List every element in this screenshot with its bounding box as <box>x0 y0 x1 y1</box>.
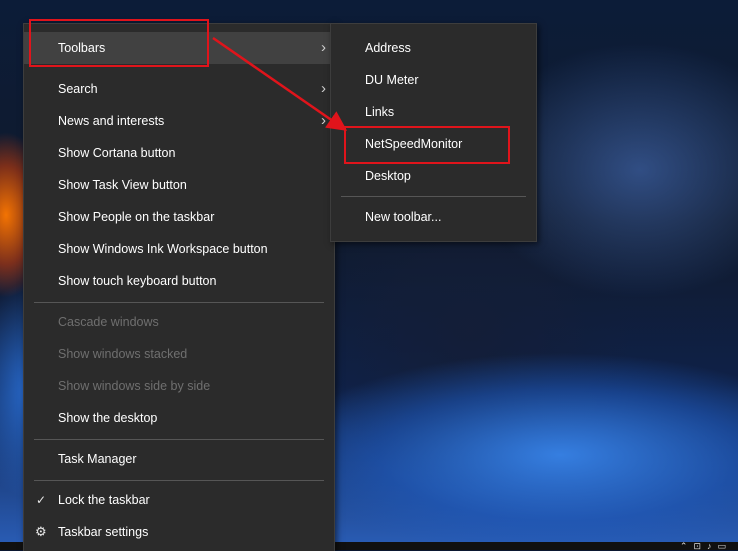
chevron-right-icon: › <box>321 112 326 129</box>
submenu-item-label: Address <box>365 41 411 55</box>
annotation-box-toolbars <box>29 19 209 67</box>
taskbar-context-menu: Toolbars › Search › News and interests ›… <box>23 23 335 551</box>
submenu-item-label: DU Meter <box>365 73 419 87</box>
menu-item-label: Show the desktop <box>58 411 158 425</box>
menu-item-label: Task Manager <box>58 452 137 466</box>
chevron-right-icon: › <box>321 39 326 56</box>
menu-item-show-task-view-button[interactable]: Show Task View button <box>24 169 334 201</box>
menu-item-show-windows-stacked: Show windows stacked <box>24 338 334 370</box>
submenu-item-du-meter[interactable]: DU Meter <box>331 64 536 96</box>
menu-item-show-touch-keyboard[interactable]: Show touch keyboard button <box>24 265 334 297</box>
menu-item-label: Show Task View button <box>58 178 187 192</box>
menu-item-task-manager[interactable]: Task Manager <box>24 443 334 475</box>
menu-item-label: Search <box>58 82 98 96</box>
submenu-item-label: Links <box>365 105 395 119</box>
menu-separator <box>34 439 324 440</box>
menu-item-label: Show windows stacked <box>58 347 188 361</box>
menu-item-show-windows-side-by-side: Show windows side by side <box>24 370 334 402</box>
menu-item-taskbar-settings[interactable]: ⚙ Taskbar settings <box>24 516 334 548</box>
menu-item-label: Taskbar settings <box>58 525 149 539</box>
menu-item-show-windows-ink[interactable]: Show Windows Ink Workspace button <box>24 233 334 265</box>
menu-item-search[interactable]: Search › <box>24 73 334 105</box>
submenu-item-label: Desktop <box>365 169 411 183</box>
menu-separator <box>34 480 324 481</box>
menu-item-show-cortana-button[interactable]: Show Cortana button <box>24 137 334 169</box>
menu-separator <box>341 196 526 197</box>
submenu-item-address[interactable]: Address <box>331 32 536 64</box>
submenu-item-links[interactable]: Links <box>331 96 536 128</box>
annotation-box-netspeedmonitor <box>344 126 510 164</box>
menu-item-label: Show Windows Ink Workspace button <box>58 242 268 256</box>
menu-item-label: Show touch keyboard button <box>58 274 217 288</box>
menu-item-label: Show People on the taskbar <box>58 210 215 224</box>
menu-item-show-people[interactable]: Show People on the taskbar <box>24 201 334 233</box>
menu-item-label: Lock the taskbar <box>58 493 150 507</box>
menu-item-cascade-windows: Cascade windows <box>24 306 334 338</box>
menu-separator <box>34 302 324 303</box>
menu-item-label: News and interests <box>58 114 165 128</box>
menu-item-lock-the-taskbar[interactable]: ✓ Lock the taskbar <box>24 484 334 516</box>
menu-item-label: Show Cortana button <box>58 146 176 160</box>
system-tray[interactable]: ⌃⊡♪▭ <box>680 542 732 550</box>
submenu-item-label: New toolbar... <box>365 210 442 224</box>
menu-item-show-the-desktop[interactable]: Show the desktop <box>24 402 334 434</box>
menu-item-label: Show windows side by side <box>58 379 211 393</box>
submenu-item-desktop[interactable]: Desktop <box>331 160 536 192</box>
chevron-right-icon: › <box>321 80 326 97</box>
checkmark-icon: ✓ <box>36 493 47 507</box>
gear-icon: ⚙ <box>35 524 47 539</box>
submenu-item-new-toolbar[interactable]: New toolbar... <box>331 201 536 233</box>
menu-item-label: Cascade windows <box>58 315 159 329</box>
menu-item-news-and-interests[interactable]: News and interests › <box>24 105 334 137</box>
